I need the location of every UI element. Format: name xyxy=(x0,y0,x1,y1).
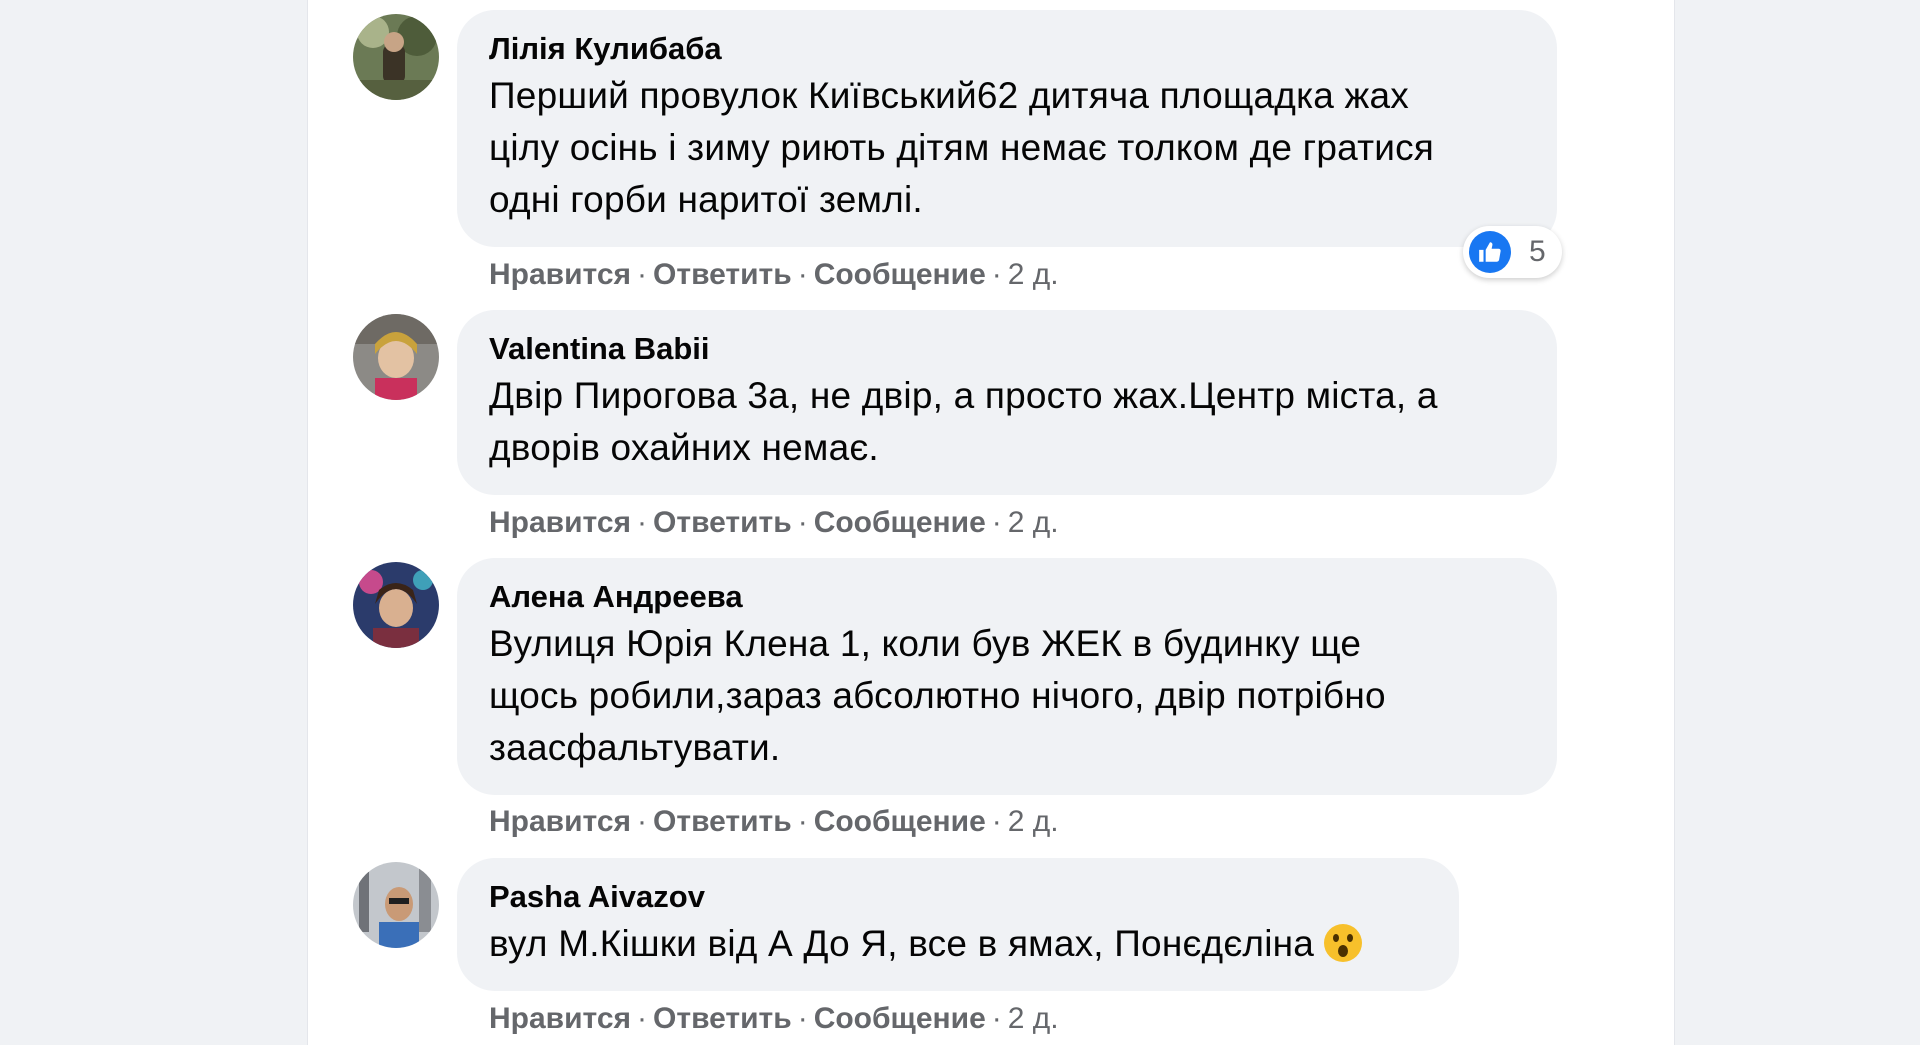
comment-author[interactable]: Алена Андреева xyxy=(489,578,1525,616)
astonished-face-icon xyxy=(1322,922,1364,964)
separator: · xyxy=(991,1002,1002,1035)
separator: · xyxy=(797,258,808,291)
comments-panel: Лілія Кулибаба Перший провулок Київський… xyxy=(307,0,1675,1045)
comment-author[interactable]: Pasha Aivazov xyxy=(489,878,1427,916)
separator: · xyxy=(637,258,648,291)
separator: · xyxy=(991,258,1002,291)
comment-author[interactable]: Valentina Babii xyxy=(489,330,1525,368)
reply-link[interactable]: Ответить xyxy=(653,258,792,291)
comment-bubble: Valentina Babii Двір Пирогова 3а, не дві… xyxy=(457,310,1557,495)
reply-link[interactable]: Ответить xyxy=(653,1002,792,1035)
comment-actions: Нравится · Ответить · Сообщение · 2 д. xyxy=(489,1001,1059,1037)
comment-actions: Нравится · Ответить · Сообщение · 2 д. xyxy=(489,505,1059,541)
message-link[interactable]: Сообщение xyxy=(814,258,986,291)
comment-text: заасфальтувати. xyxy=(489,727,781,768)
comment-text: Вулиця Юрія Клена 1, коли був ЖЕК в буди… xyxy=(489,623,1362,664)
comment-actions: Нравится · Ответить · Сообщение · 2 д. xyxy=(489,257,1059,293)
separator: · xyxy=(991,506,1002,539)
separator: · xyxy=(637,805,648,838)
timestamp[interactable]: 2 д. xyxy=(1008,1002,1059,1035)
avatar[interactable] xyxy=(353,314,439,400)
thumbs-up-icon xyxy=(1469,231,1511,273)
timestamp[interactable]: 2 д. xyxy=(1008,506,1059,539)
separator: · xyxy=(797,805,808,838)
separator: · xyxy=(797,1002,808,1035)
separator: · xyxy=(797,506,808,539)
like-link[interactable]: Нравится xyxy=(489,805,631,838)
avatar[interactable] xyxy=(353,14,439,100)
comment-author[interactable]: Лілія Кулибаба xyxy=(489,30,1525,68)
comment-text: одні горби наритої землі. xyxy=(489,179,923,220)
comment-text: Двір Пирогова 3а, не двір, а просто жах.… xyxy=(489,375,1438,416)
timestamp[interactable]: 2 д. xyxy=(1008,805,1059,838)
reply-link[interactable]: Ответить xyxy=(653,805,792,838)
comment-text: дворів охайних немає. xyxy=(489,427,879,468)
separator: · xyxy=(637,1002,648,1035)
comment-text: цілу осінь і зиму риють дітям немає толк… xyxy=(489,127,1435,168)
comment-bubble: Лілія Кулибаба Перший провулок Київський… xyxy=(457,10,1557,247)
timestamp[interactable]: 2 д. xyxy=(1008,258,1059,291)
message-link[interactable]: Сообщение xyxy=(814,805,986,838)
comment-text: щось робили,зараз абсолютно нічого, двір… xyxy=(489,675,1386,716)
separator: · xyxy=(991,805,1002,838)
separator: · xyxy=(637,506,648,539)
comment-bubble: Алена Андреева Вулиця Юрія Клена 1, коли… xyxy=(457,558,1557,795)
reaction-count: 5 xyxy=(1529,235,1546,268)
message-link[interactable]: Сообщение xyxy=(814,1002,986,1035)
comment-text-content: вул М.Кішки від А До Я, все в ямах, Понє… xyxy=(489,923,1315,964)
comment-text: вул М.Кішки від А До Я, все в ямах, Понє… xyxy=(489,918,1427,970)
reaction-badge[interactable]: 5 xyxy=(1463,226,1562,278)
comment-actions: Нравится · Ответить · Сообщение · 2 д. xyxy=(489,804,1059,840)
like-link[interactable]: Нравится xyxy=(489,258,631,291)
comment-text: Перший провулок Київський62 дитяча площа… xyxy=(489,75,1409,116)
message-link[interactable]: Сообщение xyxy=(814,506,986,539)
reply-link[interactable]: Ответить xyxy=(653,506,792,539)
avatar[interactable] xyxy=(353,562,439,648)
comment-bubble: Pasha Aivazov вул М.Кішки від А До Я, вс… xyxy=(457,858,1459,991)
like-link[interactable]: Нравится xyxy=(489,506,631,539)
like-link[interactable]: Нравится xyxy=(489,1002,631,1035)
avatar[interactable] xyxy=(353,862,439,948)
